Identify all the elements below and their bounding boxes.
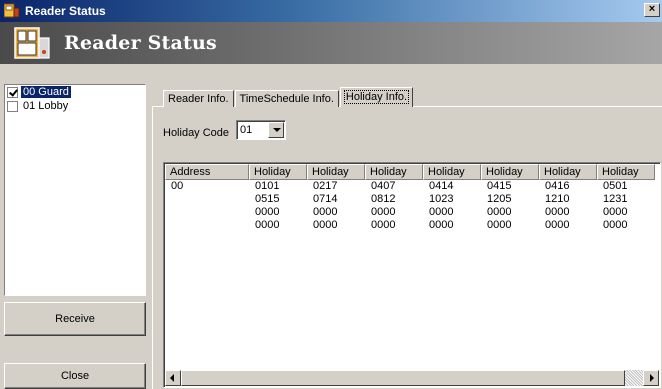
table-cell: 0416 [545, 180, 570, 192]
table-row[interactable]: 0000 0000 0000 0000 0000 0000 0000 [165, 219, 655, 232]
table-cell: 0000 [545, 219, 570, 231]
reader-list[interactable]: 00 Guard 01 Lobby [4, 84, 146, 296]
holiday-code-value: 01 [240, 124, 253, 136]
reader-item-label: 01 Lobby [23, 100, 69, 112]
column-header[interactable]: Address [165, 164, 249, 180]
tab-reader-info[interactable]: Reader Info. [163, 90, 234, 107]
tab-label: Reader Info. [168, 93, 229, 105]
table-cell: 0000 [545, 206, 570, 218]
table-cell: 0000 [371, 219, 396, 231]
table-cell: 0414 [429, 180, 454, 192]
table-cell: 1205 [487, 193, 512, 205]
table-cell: 0812 [371, 193, 396, 205]
reader-item-label: 00 Guard [21, 86, 71, 98]
reader-item-lobby[interactable]: 01 Lobby [5, 99, 145, 113]
table-cell: 0000 [429, 206, 454, 218]
table-cell: 1210 [545, 193, 570, 205]
table-cell: 0407 [371, 180, 396, 192]
column-header[interactable]: Holiday [423, 164, 481, 180]
tab-label: Holiday Info. [343, 90, 410, 104]
holiday-table[interactable]: Address Holiday Holiday Holiday Holiday … [163, 162, 661, 388]
column-header[interactable]: Holiday [365, 164, 423, 180]
tab-strip: Reader Info. TimeSchedule Info. Holiday … [163, 87, 414, 107]
table-cell: 0000 [313, 219, 338, 231]
column-header[interactable]: Holiday [249, 164, 307, 180]
table-cell: 0714 [313, 193, 338, 205]
close-icon[interactable]: × [644, 3, 660, 17]
scroll-right-icon[interactable] [643, 370, 659, 386]
table-cell [165, 206, 249, 219]
reader-checkbox[interactable] [7, 100, 18, 112]
table-cell: 0000 [371, 206, 396, 218]
holiday-code-label: Holiday Code [163, 127, 230, 139]
table-row[interactable]: 0515 0714 0812 1023 1205 1210 1231 [165, 193, 655, 206]
column-header[interactable]: Holiday [307, 164, 365, 180]
table-row[interactable]: 0000 0000 0000 0000 0000 0000 0000 [165, 206, 655, 219]
table-cell: 0415 [487, 180, 512, 192]
scroll-left-icon[interactable] [165, 370, 181, 386]
receive-button[interactable]: Receive [4, 302, 146, 336]
column-header[interactable]: Holiday [597, 164, 655, 180]
table-cell: 0000 [313, 206, 338, 218]
table-cell: 0000 [255, 206, 280, 218]
table-cell: 00 [171, 180, 184, 192]
scrollbar-thumb[interactable] [181, 370, 625, 386]
table-cell: 0000 [487, 206, 512, 218]
table-cell: 0000 [603, 206, 628, 218]
window-title: Reader Status [25, 4, 106, 18]
table-cell: 1231 [603, 193, 628, 205]
table-body: 00 0101 0217 0407 0414 0415 0416 0501 05… [165, 180, 655, 232]
table-cell [165, 193, 249, 206]
table-cell: 0515 [255, 193, 280, 205]
table-cell: 0101 [255, 180, 280, 192]
close-button[interactable]: Close [4, 363, 146, 389]
column-header[interactable]: Holiday [481, 164, 539, 180]
table-cell: 0000 [429, 219, 454, 231]
reader-device-icon [14, 26, 50, 60]
reader-item-guard[interactable]: 00 Guard [5, 85, 145, 99]
table-cell: 0000 [603, 219, 628, 231]
page-title: Reader Status [64, 32, 217, 54]
column-header[interactable]: Holiday [539, 164, 597, 180]
tab-timeschedule-info[interactable]: TimeSchedule Info. [234, 90, 339, 107]
table-cell: 1023 [429, 193, 454, 205]
table-cell: 0000 [255, 219, 280, 231]
header-banner: Reader Status [0, 22, 662, 64]
horizontal-scrollbar[interactable] [165, 370, 659, 386]
tab-label: TimeSchedule Info. [239, 93, 334, 105]
table-cell: 0217 [313, 180, 338, 192]
table-cell [165, 219, 249, 232]
scrollbar-track[interactable] [625, 370, 643, 386]
tab-holiday-info[interactable]: Holiday Info. [339, 87, 414, 107]
table-header: Address Holiday Holiday Holiday Holiday … [165, 164, 655, 180]
table-cell: 0000 [487, 219, 512, 231]
table-cell: 0501 [603, 180, 628, 192]
table-row[interactable]: 00 0101 0217 0407 0414 0415 0416 0501 [165, 180, 655, 193]
title-bar: Reader Status × [0, 0, 662, 22]
chevron-down-icon[interactable] [268, 122, 284, 138]
holiday-code-select[interactable]: 01 [236, 120, 286, 140]
reader-app-icon [3, 3, 20, 19]
reader-checkbox[interactable] [7, 86, 18, 98]
